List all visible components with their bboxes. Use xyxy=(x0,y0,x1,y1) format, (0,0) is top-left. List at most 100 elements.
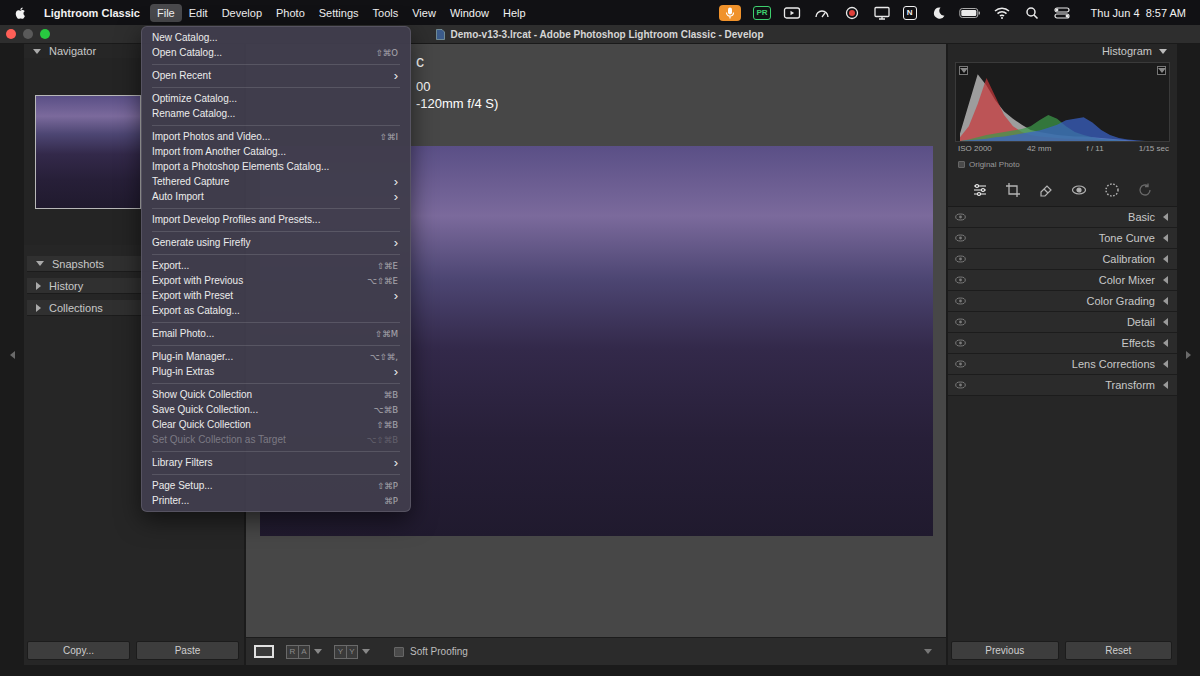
menu-bar-item[interactable]: Settings xyxy=(312,4,366,22)
panel-row[interactable]: Color Grading xyxy=(948,291,1177,312)
left-panel-toggle[interactable] xyxy=(0,44,24,665)
panel-row[interactable]: Calibration xyxy=(948,249,1177,270)
eye-icon[interactable] xyxy=(955,381,966,389)
zoom-button[interactable] xyxy=(40,29,50,39)
edit-sliders-icon[interactable] xyxy=(972,182,988,198)
menu-item[interactable]: Save Quick Collection...⌥⌘B xyxy=(142,402,410,417)
panel-row[interactable]: Detail xyxy=(948,312,1177,333)
menu-item[interactable]: Import Photos and Video...⇧⌘I xyxy=(142,129,410,144)
panel-row[interactable]: Effects xyxy=(948,333,1177,354)
eye-icon[interactable] xyxy=(955,276,966,284)
history-reset-icon[interactable] xyxy=(1137,182,1153,198)
eye-icon[interactable] xyxy=(955,297,966,305)
menu-item[interactable]: Generate using Firefly› xyxy=(142,235,410,250)
toolbar: RA YY Soft Proofing xyxy=(246,637,946,665)
menu-item[interactable]: Tethered Capture› xyxy=(142,174,410,189)
app-badge-icon[interactable]: PR xyxy=(753,6,770,20)
develop-tool-button[interactable] xyxy=(1104,182,1120,198)
panel-row[interactable]: Color Mixer xyxy=(948,270,1177,291)
menu-item[interactable]: Open Recent› xyxy=(142,68,410,83)
panel-button[interactable]: Copy... xyxy=(27,641,130,660)
develop-tool-button[interactable] xyxy=(1071,182,1087,198)
menu-bar-item[interactable]: Develop xyxy=(215,4,269,22)
menu-item[interactable]: Open Catalog...⇧⌘O xyxy=(142,45,410,60)
menu-item[interactable]: Show Quick Collection⌘B xyxy=(142,387,410,402)
menu-item[interactable]: Export as Catalog... xyxy=(142,303,410,318)
eye-icon[interactable] xyxy=(955,255,966,263)
menu-item[interactable]: Import a Photoshop Elements Catalog... xyxy=(142,159,410,174)
minimize-button[interactable] xyxy=(23,29,33,39)
menu-item[interactable]: Export with Previous⌥⇧⌘E xyxy=(142,273,410,288)
menu-item[interactable]: Export with Preset› xyxy=(142,288,410,303)
menu-bar-item[interactable]: Window xyxy=(443,4,496,22)
menu-bar-item[interactable]: Edit xyxy=(182,4,215,22)
healing-icon[interactable] xyxy=(1038,182,1054,198)
menu-bar-item[interactable]: File xyxy=(150,4,182,22)
panel-row[interactable]: Transform xyxy=(948,375,1177,396)
gauge-icon[interactable] xyxy=(813,6,831,20)
panel-button[interactable]: Paste xyxy=(136,641,239,660)
right-panel-toggle[interactable] xyxy=(1177,44,1200,665)
loupe-view-icon[interactable] xyxy=(254,645,274,658)
clock[interactable]: Thu Jun 4 8:57 AM xyxy=(1091,7,1186,19)
menu-item[interactable]: Auto Import› xyxy=(142,189,410,204)
develop-tool-button[interactable] xyxy=(1038,182,1054,198)
histogram-header[interactable]: Histogram xyxy=(948,44,1177,58)
menu-item[interactable]: Printer...⌘P xyxy=(142,493,410,508)
apple-logo-icon[interactable] xyxy=(14,6,27,20)
soft-proofing-checkbox[interactable]: Soft Proofing xyxy=(394,646,468,657)
develop-tool-button[interactable] xyxy=(1137,182,1153,198)
menu-item[interactable]: Import from Another Catalog... xyxy=(142,144,410,159)
microphone-icon[interactable] xyxy=(719,5,741,21)
panel-button[interactable]: Previous xyxy=(951,641,1059,660)
compare-view-button[interactable]: YY xyxy=(334,645,370,659)
menu-bar-item[interactable]: Help xyxy=(496,4,533,22)
menu-item[interactable]: Library Filters› xyxy=(142,455,410,470)
control-center-icon[interactable] xyxy=(1053,6,1071,20)
compare-view-button[interactable]: RA xyxy=(286,645,322,659)
red-eye-icon[interactable] xyxy=(1071,182,1087,198)
menu-item[interactable]: Email Photo...⇧⌘M xyxy=(142,326,410,341)
wifi-icon[interactable] xyxy=(993,6,1011,20)
menu-item[interactable]: Import Develop Profiles and Presets... xyxy=(142,212,410,227)
panel-row[interactable]: Basic xyxy=(948,207,1177,228)
panel-row[interactable]: Lens Corrections xyxy=(948,354,1177,375)
menu-item[interactable]: Page Setup...⇧⌘P xyxy=(142,478,410,493)
crop-icon[interactable] xyxy=(1005,182,1021,198)
highlight-clipping-icon[interactable] xyxy=(1157,66,1166,75)
eye-icon[interactable] xyxy=(955,360,966,368)
moon-icon[interactable] xyxy=(929,6,947,20)
menu-item[interactable]: Plug-in Manager...⌥⇧⌘, xyxy=(142,349,410,364)
app-name[interactable]: Lightroom Classic xyxy=(44,7,140,19)
eye-icon[interactable] xyxy=(955,339,966,347)
battery-icon[interactable] xyxy=(959,7,981,19)
close-button[interactable] xyxy=(6,29,16,39)
menu-item[interactable]: New Catalog... xyxy=(142,30,410,45)
eye-icon[interactable] xyxy=(955,234,966,242)
panel-button[interactable]: Reset xyxy=(1065,641,1173,660)
screen-recorder-icon[interactable] xyxy=(783,6,801,20)
menu-item[interactable]: Rename Catalog... xyxy=(142,106,410,121)
masking-icon[interactable] xyxy=(1104,182,1120,198)
menu-item[interactable]: Export...⇧⌘E xyxy=(142,258,410,273)
menu-bar-item[interactable]: Tools xyxy=(366,4,406,22)
panel-row[interactable]: Tone Curve xyxy=(948,228,1177,249)
menu-item[interactable]: Clear Quick Collection⇧⌘B xyxy=(142,417,410,432)
toolbar-menu-button[interactable] xyxy=(924,649,932,654)
menu-bar-item[interactable]: Photo xyxy=(269,4,312,22)
search-icon[interactable] xyxy=(1023,6,1041,20)
develop-tool-button[interactable] xyxy=(1005,182,1021,198)
menu-item[interactable]: Plug-in Extras› xyxy=(142,364,410,379)
develop-tool-button[interactable] xyxy=(972,182,988,198)
shadow-clipping-icon[interactable] xyxy=(959,66,968,75)
record-icon[interactable] xyxy=(843,6,861,20)
histogram-chart xyxy=(955,62,1170,142)
app-badge-icon[interactable]: N xyxy=(903,6,917,20)
eye-icon[interactable] xyxy=(955,318,966,326)
original-photo-checkbox[interactable]: Original Photo xyxy=(948,158,1177,170)
screen-share-icon[interactable] xyxy=(873,6,891,20)
menu-item[interactable]: Optimize Catalog... xyxy=(142,91,410,106)
navigator-thumbnail[interactable] xyxy=(35,95,141,209)
eye-icon[interactable] xyxy=(955,213,966,221)
menu-bar-item[interactable]: View xyxy=(405,4,443,22)
